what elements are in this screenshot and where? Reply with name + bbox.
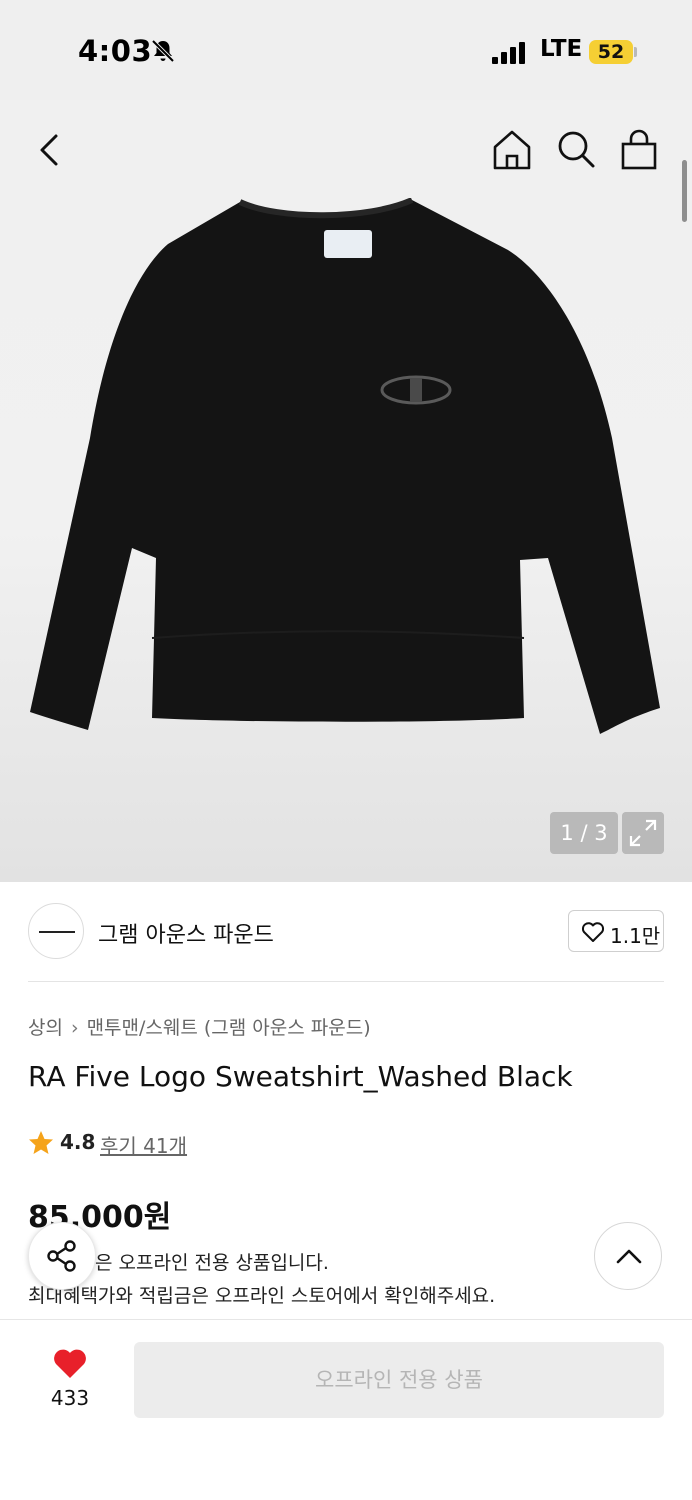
star-icon [29,1131,53,1154]
wishlist-count: 433 [50,1386,90,1410]
brand-name[interactable]: 그램 아운스 파운드 [98,917,274,949]
search-icon[interactable] [555,128,597,170]
brand-logo[interactable] [28,903,84,959]
scroll-top-button[interactable] [594,1222,662,1290]
chevron-left-icon[interactable] [30,130,70,170]
breadcrumb-item[interactable]: 상의 [28,1017,63,1039]
chevron-right-icon: › [70,1017,79,1039]
breadcrumb: 상의 › 맨투맨/스웨트 (그램 아운스 파운드) [28,1013,371,1040]
image-counter: 1 / 3 [550,812,618,854]
offline-notice: 은 오프라인 전용 상품입니다. [95,1252,329,1274]
breadcrumb-item[interactable]: 맨투맨/스웨트 (그램 아운스 파운드) [87,1017,371,1039]
scroll-indicator[interactable] [682,160,687,222]
offline-only-button[interactable]: 오프라인 전용 상품 [134,1342,664,1418]
expand-icon[interactable] [622,812,664,854]
signal-icon [492,42,525,64]
battery-level: 52 [589,40,633,64]
heart-outline-icon [581,922,605,942]
benefit-notice: 최대혜택가와 적립금은 오프라인 스토어에서 확인해주세요. [28,1285,496,1307]
home-icon[interactable] [490,128,534,172]
brand-like-button[interactable]: 1.1만 [568,910,664,952]
wishlist-button[interactable]: 433 [40,1344,100,1414]
bell-muted-icon [151,39,175,63]
share-icon [47,1240,76,1272]
heart-icon [54,1349,86,1378]
network-type: LTE [540,36,583,62]
chevron-up-icon [616,1249,642,1264]
brand-like-count: 1.1만 [610,924,661,948]
product-image [30,198,660,734]
status-time: 4:03 [78,34,153,68]
reviews-link[interactable]: 후기 41개 [100,1130,187,1159]
rating-score: 4.8 [60,1130,96,1154]
share-button[interactable] [28,1222,96,1290]
battery-tip [634,47,637,57]
bag-icon[interactable] [617,128,661,172]
product-title: RA Five Logo Sweatshirt_Washed Black [28,1060,573,1093]
divider [28,981,664,982]
